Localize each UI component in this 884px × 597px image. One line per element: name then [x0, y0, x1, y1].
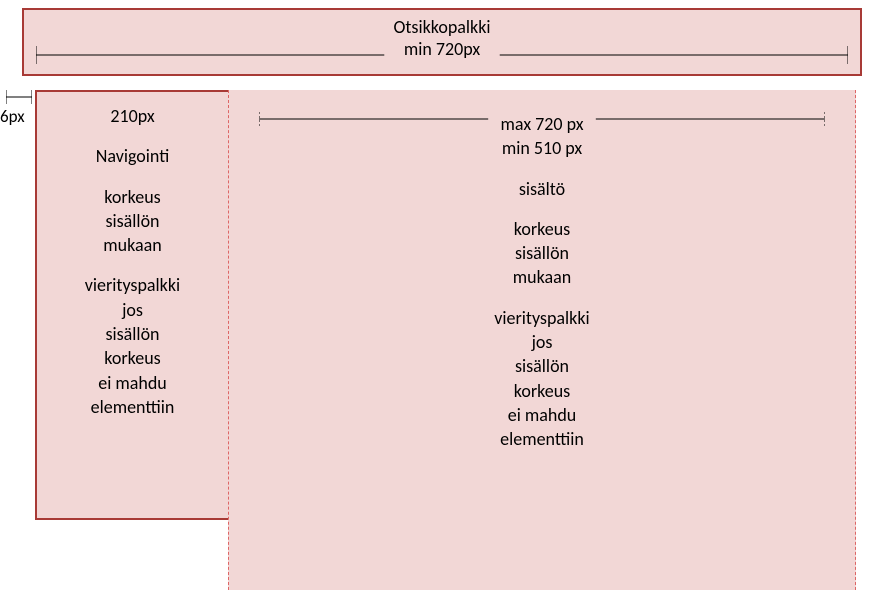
nav-width-label: 210px — [37, 104, 228, 128]
header-width-label: min 720px — [24, 38, 860, 60]
content-scroll-line4: korkeus — [229, 379, 855, 403]
nav-scroll-line5: ei mahdu — [37, 371, 228, 395]
nav-scroll-line3: sisällön — [37, 322, 228, 346]
nav-scroll-line4: korkeus — [37, 346, 228, 370]
nav-scroll-line1: vierityspalkki — [37, 273, 228, 297]
offset-ruler — [6, 90, 32, 104]
header-title: Otsikkopalkki — [24, 16, 860, 38]
nav-title: Navigointi — [37, 144, 228, 168]
content-scroll-line3: sisällön — [229, 354, 855, 378]
content-height-line3: mukaan — [229, 265, 855, 289]
content-height-line1: korkeus — [229, 217, 855, 241]
nav-height-line2: sisällön — [37, 209, 228, 233]
nav-column: 210px Navigointi korkeus sisällön mukaan… — [35, 90, 230, 520]
content-scroll-line6: elementtiin — [229, 427, 855, 451]
offset-label: 6px — [0, 106, 32, 127]
content-scroll-line1: vierityspalkki — [229, 306, 855, 330]
content-max-label: max 720 px — [229, 112, 855, 136]
content-scroll-line2: jos — [229, 330, 855, 354]
header-bar: Otsikkopalkki min 720px — [22, 8, 862, 76]
content-title: sisältö — [229, 177, 855, 201]
content-height-line2: sisällön — [229, 241, 855, 265]
nav-height-line1: korkeus — [37, 185, 228, 209]
content-scroll-line5: ei mahdu — [229, 403, 855, 427]
nav-scroll-line2: jos — [37, 298, 228, 322]
content-min-label: min 510 px — [229, 136, 855, 160]
content-column: max 720 px min 510 px sisältö korkeus si… — [228, 90, 856, 590]
nav-height-line3: mukaan — [37, 233, 228, 257]
nav-scroll-line6: elementtiin — [37, 395, 228, 419]
